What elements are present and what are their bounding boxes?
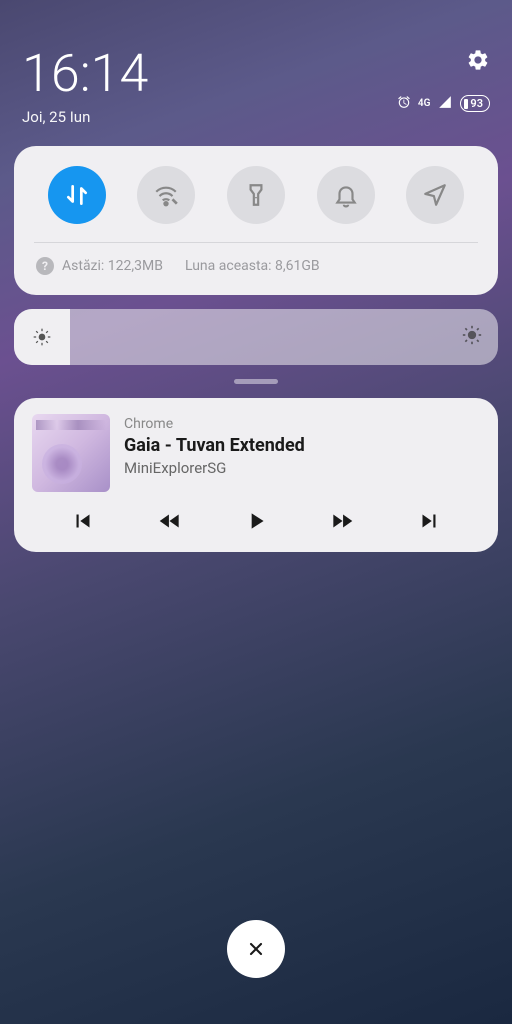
album-art <box>32 414 110 492</box>
battery-percent: 93 <box>470 97 483 110</box>
alarm-icon <box>396 94 412 113</box>
today-label: Astăzi: <box>62 258 104 274</box>
network-type-label: 4G <box>418 98 431 109</box>
skip-next-button[interactable] <box>416 508 442 538</box>
rewind-button[interactable] <box>157 508 183 538</box>
battery-indicator: 93 <box>460 95 490 112</box>
fast-forward-button[interactable] <box>329 508 355 538</box>
mobile-data-toggle[interactable] <box>48 166 106 224</box>
media-app-name: Chrome <box>124 416 305 432</box>
quick-settings-panel: ? Astăzi: 122,3MB Luna aceasta: 8,61GB <box>14 146 498 295</box>
media-title: Gaia - Tuvan Extended <box>124 435 305 456</box>
brightness-min-icon <box>14 309 70 365</box>
data-usage-row[interactable]: ? Astăzi: 122,3MB Luna aceasta: 8,61GB <box>32 257 480 277</box>
settings-gear-icon[interactable] <box>466 48 490 76</box>
dnd-toggle[interactable] <box>317 166 375 224</box>
clock-time: 16:14 <box>22 48 148 100</box>
help-icon: ? <box>36 257 54 275</box>
today-value: 122,3MB <box>108 258 163 274</box>
media-artist: MiniExplorerSG <box>124 459 305 477</box>
location-toggle[interactable] <box>406 166 464 224</box>
flashlight-toggle[interactable] <box>227 166 285 224</box>
month-value: 8,61GB <box>275 258 320 274</box>
status-bar: 4G 93 <box>396 94 490 113</box>
play-button[interactable] <box>243 508 269 538</box>
brightness-slider[interactable] <box>14 309 498 365</box>
panel-drag-handle[interactable] <box>234 379 278 384</box>
clock-date: Joi, 25 Iun <box>22 108 148 126</box>
wifi-toggle[interactable] <box>137 166 195 224</box>
media-notification[interactable]: Chrome Gaia - Tuvan Extended MiniExplore… <box>14 398 498 552</box>
month-label: Luna aceasta: <box>185 258 272 274</box>
skip-previous-button[interactable] <box>70 508 96 538</box>
close-panel-button[interactable] <box>227 920 285 978</box>
signal-icon <box>436 94 454 113</box>
brightness-max-icon <box>462 325 482 349</box>
